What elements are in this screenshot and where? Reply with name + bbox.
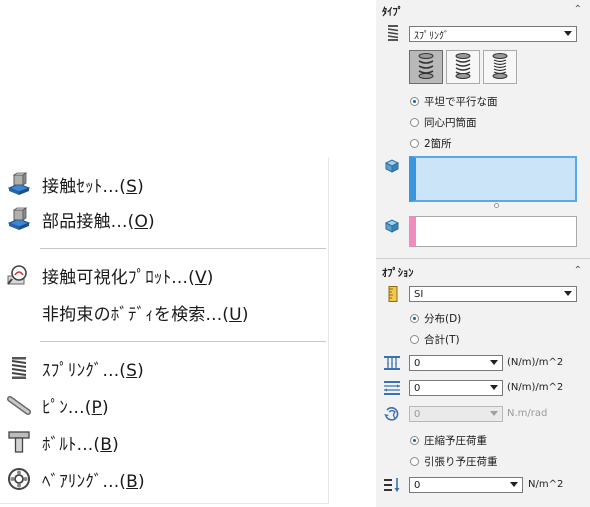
bearing-icon: [4, 466, 34, 492]
tangential-stiffness-unit: (N/m)/m^2: [507, 382, 564, 393]
extension-spring-icon: [452, 52, 474, 82]
spring-icon: [4, 355, 34, 381]
preload-icon: [383, 476, 401, 494]
compression-spring-icon: [415, 52, 437, 82]
face-selection-icon: [384, 158, 400, 174]
section-divider: [376, 258, 590, 259]
type-section-title: ﾀｲﾌﾟ: [382, 6, 403, 18]
connector-property-panel: ﾀｲﾌﾟ ⌃ ｽﾌﾟﾘﾝｸﾞ 平坦で平行な面 同心円筒面 2箇所 ｵﾌﾟｼｮﾝ …: [376, 0, 590, 507]
contact-set-icon: [4, 171, 34, 197]
menu-item-bolt[interactable]: ﾎﾞﾙﾄ...(B): [0, 427, 328, 457]
resize-handle[interactable]: [494, 203, 499, 208]
unit-system-select[interactable]: SI: [409, 286, 577, 302]
radio-two-locations[interactable]: 2箇所: [410, 136, 452, 151]
menu-item-find-unconstrained-bodies[interactable]: 非拘束のﾎﾞﾃﾞｨを検索...(U): [0, 297, 328, 327]
menu-item-contact-visualization-plot[interactable]: 接触可視化ﾌﾟﾛｯﾄ...(V): [0, 260, 328, 290]
extension-spring-button[interactable]: [446, 50, 480, 84]
radio-total[interactable]: 合計(T): [410, 332, 460, 347]
tangential-stiffness-icon: [383, 379, 401, 397]
menu-item-component-contact[interactable]: 部品接触...(O): [0, 204, 328, 234]
menu-separator: [40, 341, 326, 342]
tangential-stiffness-field[interactable]: 0: [409, 380, 503, 396]
rotational-stiffness-unit: N.m/rad: [507, 408, 548, 419]
preload-unit: N/m^2: [528, 479, 564, 490]
radio-tension-preload[interactable]: 引張り予圧荷重: [410, 454, 498, 469]
radio-distributed[interactable]: 分布(D): [410, 311, 461, 326]
component-contact-icon: [4, 206, 34, 232]
bolt-icon: [4, 429, 34, 455]
collapse-icon[interactable]: ⌃: [574, 4, 582, 15]
options-section-title: ｵﾌﾟｼｮﾝ: [382, 267, 414, 279]
both-spring-button[interactable]: [483, 50, 517, 84]
normal-stiffness-field[interactable]: 0: [409, 355, 503, 371]
both-spring-icon: [489, 52, 511, 82]
connector-type-select[interactable]: ｽﾌﾟﾘﾝｸﾞ: [409, 26, 577, 42]
pin-icon: [4, 392, 34, 418]
radio-flat-parallel-faces[interactable]: 平坦で平行な面: [410, 94, 498, 109]
menu-item-contact-set[interactable]: 接触ｾｯﾄ...(S): [0, 169, 328, 199]
rotational-stiffness-field[interactable]: 0: [409, 406, 503, 422]
normal-stiffness-unit: (N/m)/m^2: [507, 357, 564, 368]
rotational-stiffness-icon: [383, 405, 401, 423]
contact-visualization-icon: [4, 262, 34, 288]
collapse-icon[interactable]: ⌃: [574, 265, 582, 276]
selection-box-1[interactable]: [409, 156, 577, 202]
selection-box-2[interactable]: [409, 216, 577, 247]
menu-item-bearing[interactable]: ﾍﾞｱﾘﾝｸﾞ...(B): [0, 464, 328, 494]
radio-compression-preload[interactable]: 圧縮予圧荷重: [410, 433, 487, 448]
menu-separator: [40, 248, 326, 249]
context-menu: 接触ｾｯﾄ...(S) 部品接触...(O) 接触可視化ﾌﾟﾛｯﾄ...(V) …: [0, 157, 329, 504]
compression-spring-button[interactable]: [409, 50, 443, 84]
preload-field[interactable]: 0: [409, 477, 523, 493]
face-selection-icon: [384, 218, 400, 234]
spring-icon: [384, 24, 402, 42]
radio-concentric-cylindrical-faces[interactable]: 同心円筒面: [410, 115, 477, 130]
menu-item-pin[interactable]: ﾋﾟﾝ...(P): [0, 390, 328, 420]
normal-stiffness-icon: [383, 354, 401, 372]
units-ruler-icon: [384, 285, 402, 303]
menu-item-spring[interactable]: ｽﾌﾟﾘﾝｸﾞ...(S): [0, 353, 328, 383]
